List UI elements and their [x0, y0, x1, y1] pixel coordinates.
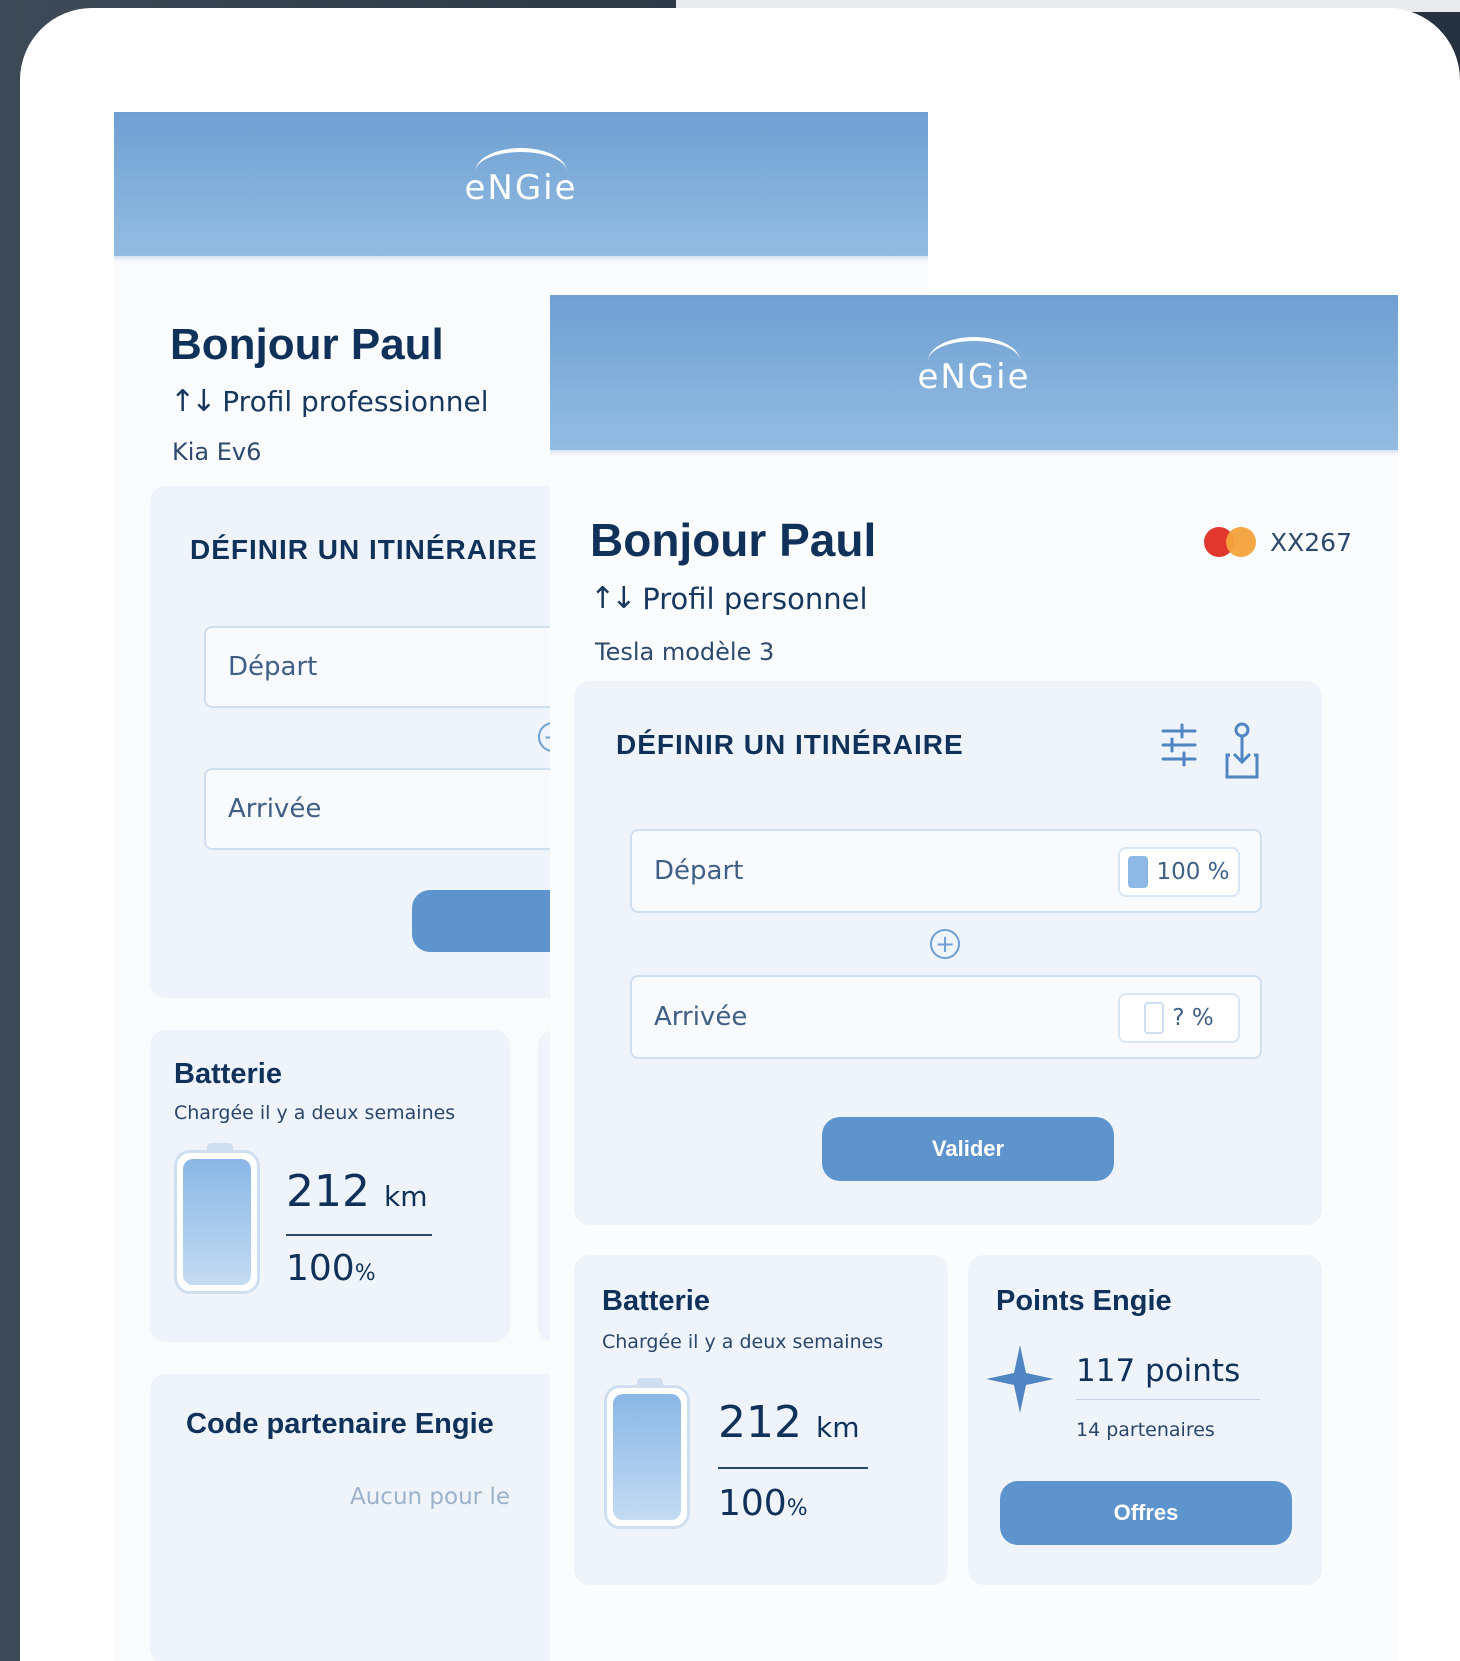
arrival-input[interactable]: Arrivée ? %	[630, 975, 1262, 1059]
departure-placeholder: Départ	[228, 652, 318, 682]
battery-level: 100%	[718, 1483, 808, 1524]
points-value: 117 points	[1076, 1353, 1241, 1389]
range-unit: km	[815, 1411, 860, 1444]
departure-placeholder: Départ	[654, 856, 744, 886]
arrival-charge: ? %	[1172, 1005, 1214, 1031]
level-unit: %	[786, 1496, 808, 1521]
greeting: Bonjour Paul	[590, 514, 877, 566]
route-tools	[1160, 721, 1260, 787]
battery-range: 212 km	[286, 1166, 427, 1217]
level-unit: %	[354, 1261, 376, 1286]
swap-vertical-icon: ↑↓	[590, 581, 636, 616]
partners-count: 14 partenaires	[1076, 1419, 1215, 1441]
engie-logo: eNGie	[917, 336, 1031, 397]
profile-label: Profil personnel	[642, 581, 868, 616]
vehicle-name: Tesla modèle 3	[595, 638, 775, 666]
departure-input[interactable]: Départ 100 %	[630, 829, 1262, 913]
logo-text: eNGie	[917, 356, 1031, 397]
greeting: Bonjour Paul	[170, 320, 444, 369]
battery-empty-icon	[1144, 1002, 1165, 1034]
battery-full-icon	[1128, 856, 1149, 888]
pin-export-icon[interactable]	[1224, 721, 1260, 787]
range-unit: km	[383, 1180, 428, 1213]
offers-button[interactable]: Offres	[1000, 1481, 1292, 1545]
battery-level: 100%	[286, 1248, 376, 1289]
points-title: Points Engie	[996, 1285, 1172, 1317]
card-number: XX267	[1270, 527, 1352, 557]
partner-code-empty: Aucun pour le	[350, 1484, 510, 1510]
battery-subtitle: Chargée il y a deux semaines	[174, 1102, 456, 1124]
battery-panel: Batterie Chargée il y a deux semaines 21…	[574, 1255, 948, 1585]
arrival-placeholder: Arrivée	[654, 1002, 748, 1032]
battery-panel: Batterie Chargée il y a deux semaines 21…	[150, 1030, 510, 1342]
battery-title: Batterie	[602, 1285, 710, 1317]
battery-title: Batterie	[174, 1058, 282, 1090]
battery-fill	[183, 1159, 251, 1285]
swap-vertical-icon: ↑↓	[170, 384, 216, 419]
points-divider	[1076, 1399, 1260, 1400]
logo-text: eNGie	[464, 168, 578, 208]
battery-subtitle: Chargée il y a deux semaines	[602, 1331, 884, 1353]
plus-circle-icon[interactable]: +	[930, 929, 960, 959]
payment-card[interactable]: XX267	[1204, 527, 1352, 557]
level-value: 100	[718, 1483, 787, 1524]
app-header: eNGie	[114, 112, 928, 262]
battery-fill	[613, 1394, 681, 1520]
arrival-charge-selector[interactable]: ? %	[1118, 993, 1240, 1043]
points-panel: Points Engie 117 points 14 partenaires O…	[968, 1255, 1322, 1585]
sliders-icon[interactable]	[1160, 721, 1198, 787]
profile-switch[interactable]: ↑↓ Profil personnel	[590, 581, 868, 616]
vehicle-name: Kia Ev6	[172, 438, 262, 466]
star-icon	[984, 1343, 1056, 1428]
validate-button[interactable]: Valider	[822, 1117, 1114, 1181]
battery-range: 212 km	[718, 1397, 859, 1448]
mastercard-icon	[1204, 527, 1258, 557]
logo-arc	[928, 336, 1020, 361]
route-panel: DÉFINIR UN ITINÉRAIRE Départ 100 % + Arr…	[574, 681, 1322, 1225]
app-header: eNGie	[550, 295, 1398, 456]
departure-charge: 100 %	[1156, 859, 1230, 885]
partner-code-title: Code partenaire Engie	[186, 1408, 494, 1440]
profile-switch[interactable]: ↑↓ Profil professionnel	[170, 384, 489, 419]
battery-divider	[718, 1467, 868, 1469]
screen-personal-profile: eNGie Bonjour Paul XX267 ↑↓ Profil perso…	[550, 295, 1398, 1661]
battery-gauge	[604, 1378, 690, 1529]
logo-arc	[475, 148, 567, 172]
range-value: 212	[286, 1166, 370, 1217]
level-value: 100	[286, 1248, 355, 1289]
battery-gauge	[174, 1143, 260, 1294]
route-title: DÉFINIR UN ITINÉRAIRE	[616, 729, 964, 760]
range-value: 212	[718, 1397, 802, 1448]
profile-label: Profil professionnel	[222, 385, 489, 418]
arrival-placeholder: Arrivée	[228, 794, 322, 824]
battery-divider	[286, 1234, 432, 1236]
engie-logo: eNGie	[464, 148, 578, 208]
departure-charge-selector[interactable]: 100 %	[1118, 847, 1240, 897]
route-title: DÉFINIR UN ITINÉRAIRE	[190, 534, 538, 565]
presentation-frame: eNGie Bonjour Paul ↑↓ Profil professionn…	[20, 8, 1460, 1661]
